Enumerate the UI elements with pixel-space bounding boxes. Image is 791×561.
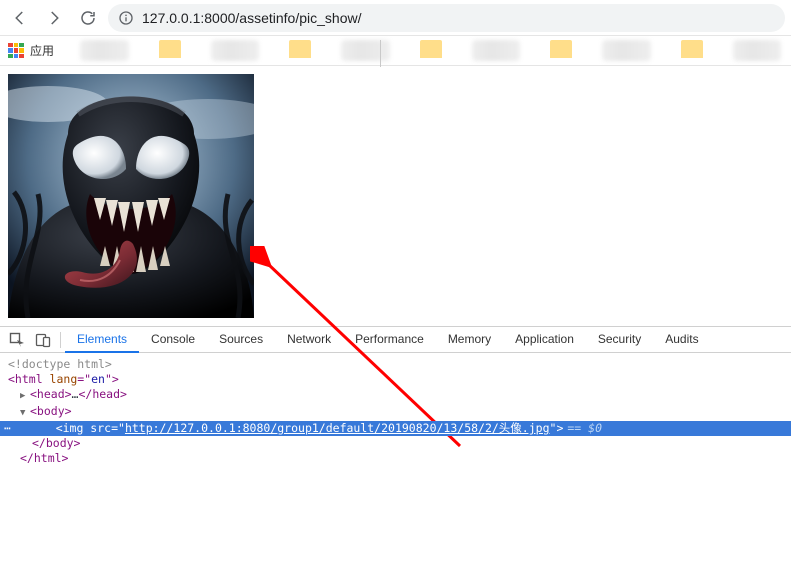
src-head[interactable]: <head>…</head> [8, 387, 791, 404]
src-html-open[interactable]: <html lang="en"> [8, 372, 791, 387]
separator [60, 332, 61, 348]
inspect-element-button[interactable] [4, 327, 30, 353]
reload-icon [79, 9, 97, 27]
arrow-left-icon [11, 9, 29, 27]
devtools-tabs: Elements Console Sources Network Perform… [65, 327, 711, 353]
forward-button[interactable] [40, 4, 68, 32]
devtools-panel: Elements Console Sources Network Perform… [0, 326, 791, 526]
venom-image [8, 74, 254, 318]
tab-audits[interactable]: Audits [653, 327, 710, 353]
eq0-marker: == $0 [567, 421, 602, 436]
src-body-close[interactable]: </body> [8, 436, 791, 451]
tab-performance[interactable]: Performance [343, 327, 436, 353]
tab-sources[interactable]: Sources [207, 327, 275, 353]
src-img-selected[interactable]: ⋯ <img src="http://127.0.0.1:8080/group1… [0, 421, 791, 436]
browser-toolbar: 127.0.0.1:8000/assetinfo/pic_show/ [0, 0, 791, 36]
bookmarks-separator [380, 40, 381, 67]
devtools-header: Elements Console Sources Network Perform… [0, 327, 791, 353]
reload-button[interactable] [74, 4, 102, 32]
tab-application[interactable]: Application [503, 327, 586, 353]
bookmarks-bar: 应用 [0, 36, 791, 66]
tab-network[interactable]: Network [275, 327, 343, 353]
elements-tree[interactable]: <!doctype html> <html lang="en"> <head>…… [0, 353, 791, 526]
tab-console[interactable]: Console [139, 327, 207, 353]
page-content [0, 66, 791, 326]
displayed-image [8, 74, 254, 318]
img-src-link[interactable]: http://127.0.0.1:8080/group1/default/201… [125, 421, 550, 435]
tab-memory[interactable]: Memory [436, 327, 503, 353]
bookmarks-blurred [80, 40, 781, 61]
url-text: 127.0.0.1:8000/assetinfo/pic_show/ [142, 10, 362, 26]
src-html-close[interactable]: </html> [8, 451, 791, 466]
device-icon [35, 332, 51, 348]
tab-security[interactable]: Security [586, 327, 653, 353]
tab-elements[interactable]: Elements [65, 327, 139, 353]
address-bar[interactable]: 127.0.0.1:8000/assetinfo/pic_show/ [108, 4, 785, 32]
device-toolbar-button[interactable] [30, 327, 56, 353]
arrow-right-icon [45, 9, 63, 27]
apps-label[interactable]: 应用 [30, 42, 54, 59]
apps-icon[interactable] [8, 43, 24, 59]
src-body-open[interactable]: <body> [8, 404, 791, 421]
site-info-icon [118, 10, 134, 26]
src-doctype[interactable]: <!doctype html> [8, 357, 791, 372]
inspect-icon [9, 332, 25, 348]
back-button[interactable] [6, 4, 34, 32]
